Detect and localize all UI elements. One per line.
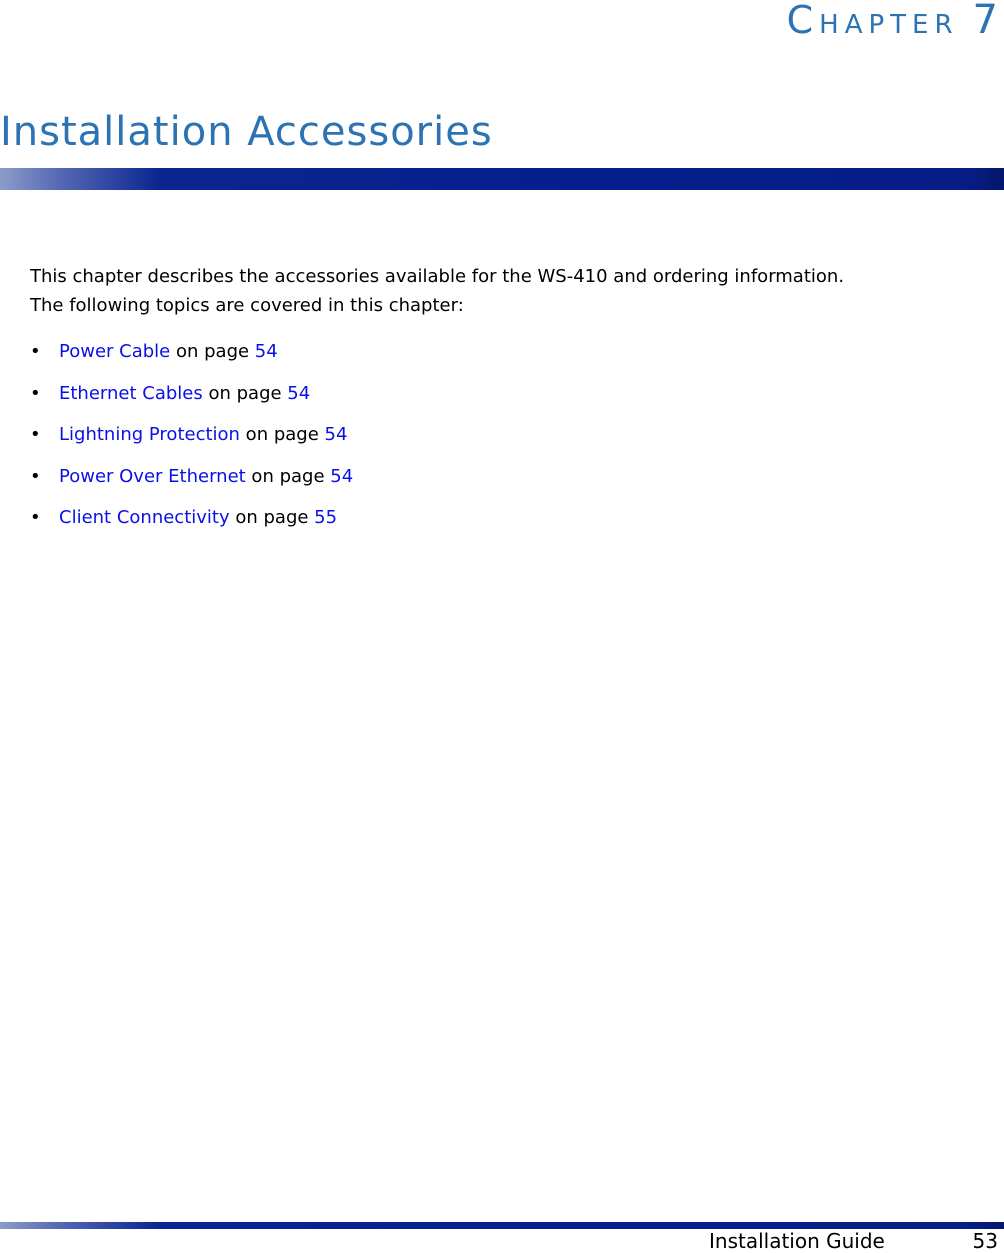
page-link[interactable]: 54 [255, 341, 278, 362]
bullet-icon: • [30, 382, 41, 404]
topic-link-power-over-ethernet[interactable]: Power Over Ethernet [59, 466, 246, 487]
topic-link-power-cable[interactable]: Power Cable [59, 341, 170, 362]
bullet-icon: • [30, 507, 41, 528]
page-link[interactable]: 54 [325, 424, 348, 445]
bullet-icon: • [30, 465, 41, 487]
page-link[interactable]: 54 [330, 466, 353, 487]
topic-link-lightning-protection[interactable]: Lightning Protection [59, 424, 240, 445]
topic-connector: on page [239, 424, 325, 445]
list-item: • Ethernet Cables on page 54 [30, 373, 353, 415]
list-item: • Power Cable on page 54 [30, 331, 353, 373]
bullet-icon: • [30, 424, 41, 445]
topic-connector: on page [229, 507, 315, 528]
page-link[interactable]: 55 [314, 507, 337, 528]
chapter-label-initial: C [786, 0, 820, 42]
intro-line-2: The following topics are covered in this… [30, 295, 464, 316]
page-link[interactable]: 54 [287, 383, 310, 404]
title-divider-bar [0, 168, 1004, 190]
chapter-label-rest: HAPTER [819, 10, 959, 40]
intro-paragraph: This chapter describes the accessories a… [30, 262, 844, 320]
footer-guide-name: Installation Guide [709, 1229, 885, 1253]
topic-link-client-connectivity[interactable]: Client Connectivity [59, 507, 230, 528]
intro-line-1: This chapter describes the accessories a… [30, 266, 845, 287]
list-item: • Client Connectivity on page 55 [30, 497, 353, 539]
chapter-label: CHAPTER 7 [787, 0, 998, 45]
topic-connector: on page [202, 382, 288, 404]
footer-divider-bar [0, 1222, 1004, 1229]
topic-connector: on page [170, 341, 255, 362]
footer-page-number: 53 [972, 1229, 998, 1253]
chapter-number: 7 [972, 0, 998, 43]
list-item: • Power Over Ethernet on page 54 [30, 456, 353, 498]
bullet-icon: • [30, 341, 41, 362]
topic-list: • Power Cable on page 54 • Ethernet Cables… [30, 331, 353, 539]
page-title: Installation Accessories [0, 109, 493, 155]
topic-connector: on page [245, 465, 331, 487]
list-item: • Lightning Protection on page 54 [30, 414, 353, 456]
topic-link-ethernet-cables[interactable]: Ethernet Cables [59, 383, 203, 404]
